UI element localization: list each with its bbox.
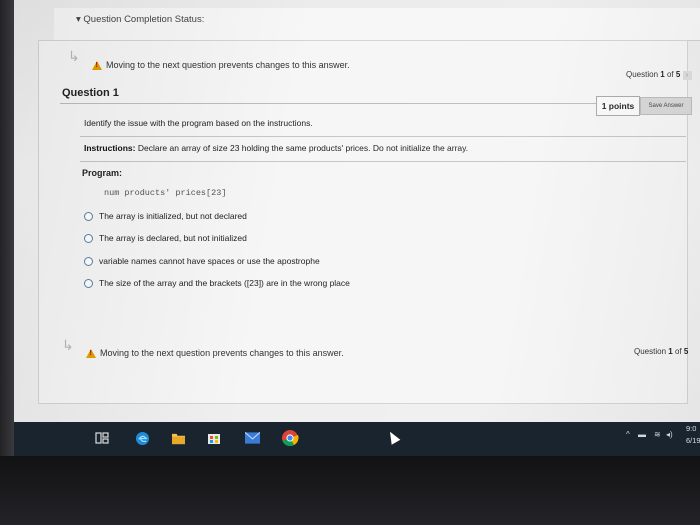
answer-option-1[interactable]: The array is initialized, but not declar…: [84, 211, 247, 221]
task-view-icon[interactable]: [94, 430, 110, 446]
radio-button[interactable]: [84, 233, 93, 243]
clock-date: 6/19: [686, 436, 700, 445]
chevron-up-icon[interactable]: ^: [626, 430, 630, 439]
instructions-divider: [80, 161, 686, 162]
monitor-bezel-left: [0, 0, 14, 470]
completion-status-bar[interactable]: ▾ Question Completion Status:: [54, 8, 700, 41]
question-nav-of: of: [674, 347, 682, 356]
answer-option-2[interactable]: The array is declared, but not initializ…: [84, 233, 247, 243]
points-badge: 1 points: [596, 96, 640, 116]
warning-text: Moving to the next question prevents cha…: [106, 60, 350, 70]
volume-icon[interactable]: ◂): [666, 430, 673, 439]
return-arrow-icon: ↳: [68, 48, 80, 64]
question-nav-bottom: Question 1 of 5: [634, 347, 688, 356]
return-arrow-icon: ↳: [62, 337, 74, 353]
clock-time: 9:0: [686, 424, 697, 433]
radio-button[interactable]: [84, 256, 93, 266]
store-icon[interactable]: [206, 430, 222, 446]
windows-taskbar: ^ ▬ ≋ ◂) 9:0 6/19: [14, 422, 700, 456]
instructions-text: Instructions: Declare an array of size 2…: [84, 143, 468, 153]
mail-icon[interactable]: [244, 430, 260, 446]
question-nav-total: 5: [675, 70, 681, 79]
warning-icon: [86, 348, 96, 358]
answer-option-4[interactable]: The size of the array and the brackets (…: [84, 278, 350, 288]
save-answer-button[interactable]: Save Answer: [640, 97, 692, 115]
program-label: Program:: [82, 168, 123, 178]
chrome-icon[interactable]: [280, 428, 300, 448]
question-nav-prefix: Question: [634, 347, 667, 356]
file-explorer-icon[interactable]: [170, 430, 186, 446]
option-label: The array is declared, but not initializ…: [99, 233, 247, 243]
question-nav-current: 1: [668, 347, 673, 356]
completion-status-label[interactable]: ▾ Question Completion Status:: [76, 14, 204, 25]
option-label: variable names cannot have spaces or use…: [99, 256, 320, 266]
option-label: The size of the array and the brackets (…: [99, 278, 350, 288]
taskbar-clock[interactable]: 9:0 6/19: [686, 423, 700, 447]
top-warning: Moving to the next question prevents cha…: [92, 60, 350, 70]
question-nav-top: Question 1 of 5 ›: [626, 70, 692, 80]
wifi-icon[interactable]: ≋: [654, 430, 661, 439]
question-nav-prefix: Question: [626, 70, 659, 79]
prompt-divider: [80, 136, 686, 137]
question-nav-current: 1: [660, 70, 665, 79]
chevron-right-icon[interactable]: ›: [682, 71, 692, 80]
question-nav-of: of: [666, 70, 674, 79]
edge-icon[interactable]: [134, 430, 150, 446]
warning-text: Moving to the next question prevents cha…: [100, 348, 344, 358]
question-prompt: Identify the issue with the program base…: [84, 118, 313, 128]
battery-icon[interactable]: ▬: [638, 430, 646, 439]
radio-button[interactable]: [84, 211, 93, 221]
option-label: The array is initialized, but not declar…: [99, 211, 247, 221]
question-title: Question 1: [62, 87, 119, 99]
bottom-warning: Moving to the next question prevents cha…: [86, 348, 344, 358]
instructions-body: Declare an array of size 23 holding the …: [135, 143, 469, 153]
answer-option-3[interactable]: variable names cannot have spaces or use…: [84, 256, 320, 266]
question-nav-total: 5: [683, 347, 689, 356]
warning-icon: [92, 60, 102, 70]
monitor-bezel-bottom: [0, 456, 700, 525]
radio-button[interactable]: [84, 278, 93, 288]
program-code: num products' prices[23]: [104, 188, 227, 198]
instructions-label: Instructions:: [84, 143, 136, 153]
question-header-divider: [60, 103, 600, 104]
